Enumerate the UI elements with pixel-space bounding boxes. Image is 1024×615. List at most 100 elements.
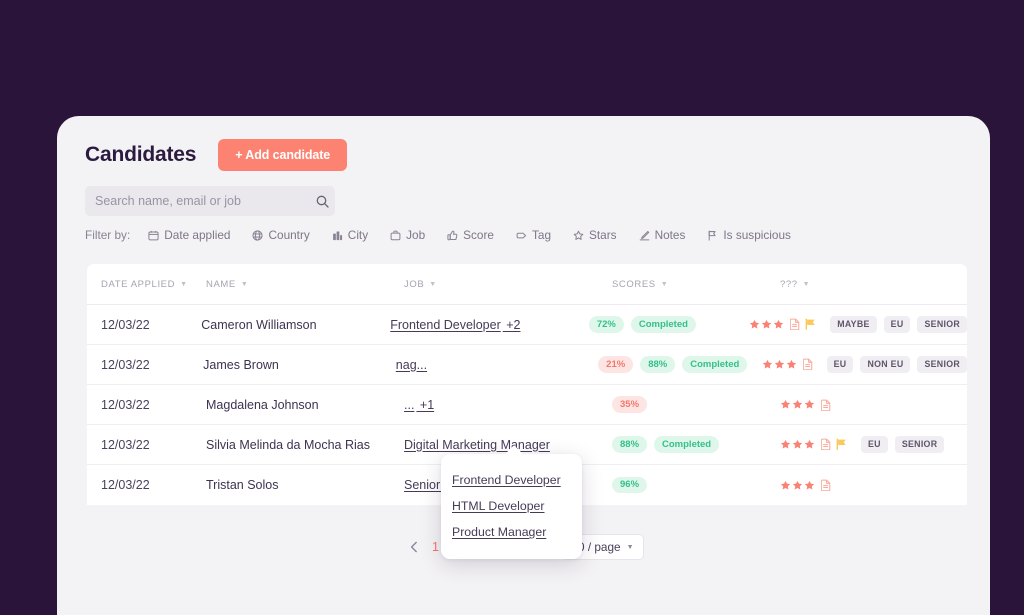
filter-stars[interactable]: Stars: [573, 228, 617, 242]
job-more-count[interactable]: +1: [416, 398, 434, 412]
filter-is-suspicious[interactable]: Is suspicious: [707, 228, 791, 242]
filter-tag[interactable]: Tag: [516, 228, 551, 242]
star-rating[interactable]: [780, 480, 815, 491]
tag-pill[interactable]: SENIOR: [917, 316, 967, 333]
filter-date-applied[interactable]: Date applied: [148, 228, 230, 242]
filter-score[interactable]: Score: [447, 228, 494, 242]
filter-label-text: Country: [268, 228, 309, 242]
column-label: ???: [780, 279, 798, 290]
thumbs-up-icon: [447, 230, 458, 241]
filter-label-text: Date applied: [164, 228, 230, 242]
cell-tags: EU SENIOR: [780, 436, 967, 453]
filter-notes[interactable]: Notes: [639, 228, 686, 242]
cell-candidate-name: Cameron Williamson: [201, 318, 390, 332]
score-badge: 72%: [589, 316, 624, 333]
column-label: DATE APPLIED: [101, 279, 175, 290]
search-box[interactable]: [85, 186, 335, 216]
filter-label-text: Stars: [589, 228, 617, 242]
add-candidate-button[interactable]: + Add candidate: [218, 139, 347, 171]
cell-date-applied: 12/03/22: [101, 478, 206, 492]
filter-city[interactable]: City: [332, 228, 368, 242]
score-badge: 88%: [612, 436, 647, 453]
filter-label-text: Score: [463, 228, 494, 242]
cell-job: Frontend Developer +2: [390, 318, 589, 332]
filter-label-text: Is suspicious: [723, 228, 791, 242]
cell-candidate-name: James Brown: [203, 358, 396, 372]
cell-job: ... +1: [404, 398, 612, 412]
cell-scores: 35%: [612, 396, 780, 413]
job-more-count[interactable]: +2: [503, 318, 521, 332]
cell-candidate-name: Silvia Melinda da Mocha Rias: [206, 438, 404, 452]
score-badge: Completed: [631, 316, 696, 333]
search-input[interactable]: [85, 194, 309, 208]
suspicious-flag-icon[interactable]: [802, 318, 816, 330]
filter-job[interactable]: Job: [390, 228, 425, 242]
cell-tags: MAYBE EU SENIOR: [749, 316, 967, 333]
cell-tags: [780, 479, 967, 491]
note-document-icon[interactable]: [818, 479, 831, 491]
tag-pill[interactable]: NON EU: [860, 356, 910, 373]
column-header-job[interactable]: JOB ▼: [404, 279, 612, 290]
score-badge: 35%: [612, 396, 647, 413]
tag-pill[interactable]: SENIOR: [917, 356, 967, 373]
filter-by-label: Filter by:: [85, 228, 130, 242]
star-rating[interactable]: [762, 359, 797, 370]
chevron-down-icon: ▼: [429, 281, 437, 288]
job-link[interactable]: Digital Marketing Manager: [404, 438, 550, 452]
column-label: SCORES: [612, 279, 656, 290]
note-document-icon[interactable]: [818, 399, 831, 411]
chevron-down-icon: ▼: [627, 544, 634, 551]
star-rating[interactable]: [749, 319, 784, 330]
note-document-icon[interactable]: [800, 358, 813, 370]
chevron-down-icon: ▼: [803, 281, 811, 288]
column-header-date-applied[interactable]: DATE APPLIED ▼: [101, 279, 206, 290]
column-header-tags[interactable]: ??? ▼: [780, 279, 967, 290]
table-row[interactable]: 12/03/22Magdalena Johnson... +135%: [87, 385, 967, 425]
filter-label-text: Tag: [532, 228, 551, 242]
note-document-icon[interactable]: [787, 318, 800, 330]
cell-job: nag...: [396, 358, 598, 372]
cell-candidate-name: Magdalena Johnson: [206, 398, 404, 412]
chevron-down-icon: ▼: [241, 281, 249, 288]
star-rating[interactable]: [780, 439, 815, 450]
job-link[interactable]: Frontend Developer: [390, 318, 500, 332]
tag-pill[interactable]: SENIOR: [895, 436, 945, 453]
pagination-prev-button[interactable]: [403, 536, 425, 558]
page-title: Candidates: [85, 143, 196, 167]
filter-bar: Filter by: Date applied Countr: [85, 228, 813, 242]
column-header-scores[interactable]: SCORES ▼: [612, 279, 780, 290]
table-row[interactable]: 12/03/22Cameron WilliamsonFrontend Devel…: [87, 305, 967, 345]
job-link[interactable]: nag...: [396, 358, 427, 372]
header: Candidates + Add candidate: [85, 139, 347, 171]
tag-pill[interactable]: MAYBE: [830, 316, 876, 333]
cell-scores: 21%88%Completed: [598, 356, 761, 373]
job-option[interactable]: Product Manager: [441, 519, 582, 545]
filter-country[interactable]: Country: [252, 228, 309, 242]
tag-pill-group: MAYBE EU SENIOR: [830, 316, 967, 333]
job-option[interactable]: HTML Developer: [441, 493, 582, 519]
cell-scores: 96%: [612, 477, 780, 494]
filter-label-text: Notes: [655, 228, 686, 242]
star-outline-icon: [573, 230, 584, 241]
tag-pill[interactable]: EU: [827, 356, 854, 373]
score-badge: Completed: [654, 436, 719, 453]
suspicious-flag-icon[interactable]: [833, 438, 847, 450]
tag-pill[interactable]: EU: [884, 316, 911, 333]
job-link[interactable]: ...: [404, 398, 414, 412]
job-dropdown-popup: Frontend Developer HTML Developer Produc…: [441, 454, 582, 559]
job-option[interactable]: Frontend Developer: [441, 467, 582, 493]
cell-tags: [780, 399, 967, 411]
search-icon[interactable]: [309, 195, 335, 208]
table-row[interactable]: 12/03/22James Brownnag...21%88%Completed…: [87, 345, 967, 385]
pencil-icon: [639, 230, 650, 241]
briefcase-icon: [390, 230, 401, 241]
star-rating[interactable]: [780, 399, 815, 410]
column-header-name[interactable]: NAME ▼: [206, 279, 404, 290]
note-document-icon[interactable]: [818, 438, 831, 450]
score-badge: 96%: [612, 477, 647, 494]
cell-candidate-name: Tristan Solos: [206, 478, 404, 492]
column-label: NAME: [206, 279, 236, 290]
tag-pill[interactable]: EU: [861, 436, 888, 453]
score-badge: 21%: [598, 356, 633, 373]
cell-tags: EU NON EU SENIOR: [762, 356, 967, 373]
